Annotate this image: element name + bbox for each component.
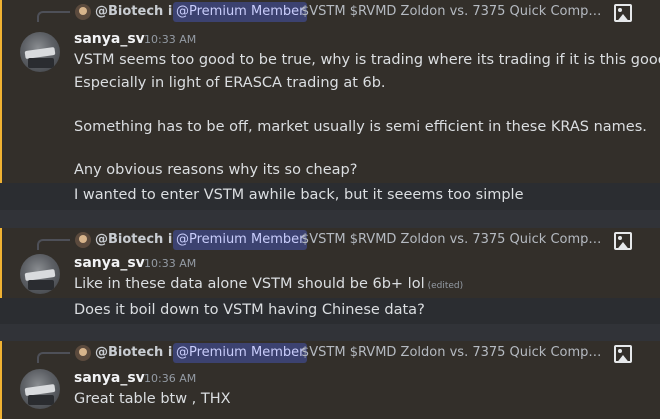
timestamp: 10:33 AM [144, 257, 197, 270]
edited-label: (edited) [427, 281, 464, 291]
username[interactable]: sanya_sv [74, 255, 145, 271]
avatar[interactable] [20, 32, 60, 72]
timestamp: 10:36 AM [144, 372, 197, 385]
reply-author[interactable]: @Biotech iQ [95, 345, 183, 360]
reply-author-avatar[interactable] [75, 232, 91, 248]
message-line: I wanted to enter VSTM awhile back, but … [74, 187, 524, 203]
reply-author-avatar[interactable] [75, 345, 91, 361]
message-line: Any obvious reasons why its so cheap? [74, 162, 358, 178]
avatar[interactable] [20, 254, 60, 294]
username[interactable]: sanya_sv [74, 31, 145, 47]
followup-message-1[interactable]: I wanted to enter VSTM awhile back, but … [0, 183, 660, 210]
message-line: Something has to be off, market usually … [74, 119, 647, 135]
message-line: Like in these data alone VSTM should be … [74, 276, 464, 292]
reply-preview[interactable]: @Biotech iQ @Premium Member $VSTM $RVMD … [0, 0, 660, 24]
role-mention[interactable]: @Premium Member [173, 343, 308, 363]
reply-spine [37, 239, 70, 250]
followup-message-2[interactable]: Does it boil down to VSTM having Chinese… [0, 298, 660, 324]
message-1[interactable]: @Biotech iQ @Premium Member $VSTM $RVMD … [0, 0, 660, 183]
reply-preview[interactable]: @Biotech iQ @Premium Member $VSTM $RVMD … [0, 228, 660, 252]
username[interactable]: sanya_sv [74, 370, 145, 386]
message-2[interactable]: @Biotech iQ @Premium Member $VSTM $RVMD … [0, 228, 660, 298]
message-line: Especially in light of ERASCA trading at… [74, 75, 386, 91]
image-icon[interactable] [614, 4, 632, 22]
reply-author[interactable]: @Biotech iQ [95, 232, 183, 247]
message-line: Great table btw , THX [74, 391, 231, 407]
avatar[interactable] [20, 369, 60, 409]
image-icon[interactable] [614, 232, 632, 250]
reply-spine [37, 352, 70, 363]
message-3[interactable]: @Biotech iQ @Premium Member $VSTM $RVMD … [0, 341, 660, 419]
message-line: VSTM seems too good to be true, why is t… [74, 52, 660, 68]
reply-text[interactable]: $VSTM $RVMD Zoldon vs. 7375 Quick Compar… [301, 232, 604, 247]
message-line: Does it boil down to VSTM having Chinese… [74, 302, 425, 318]
role-mention[interactable]: @Premium Member [173, 230, 308, 250]
image-icon[interactable] [614, 345, 632, 363]
timestamp: 10:33 AM [144, 33, 197, 46]
reply-text[interactable]: $VSTM $RVMD Zoldon vs. 7375 Quick Compar… [301, 4, 604, 19]
reply-text[interactable]: $VSTM $RVMD Zoldon vs. 7375 Quick Compar… [301, 345, 604, 360]
reply-author-avatar[interactable] [75, 4, 91, 20]
reply-author[interactable]: @Biotech iQ [95, 4, 183, 19]
role-mention[interactable]: @Premium Member [173, 2, 308, 22]
reply-spine [37, 11, 70, 22]
reply-preview[interactable]: @Biotech iQ @Premium Member $VSTM $RVMD … [0, 341, 660, 365]
